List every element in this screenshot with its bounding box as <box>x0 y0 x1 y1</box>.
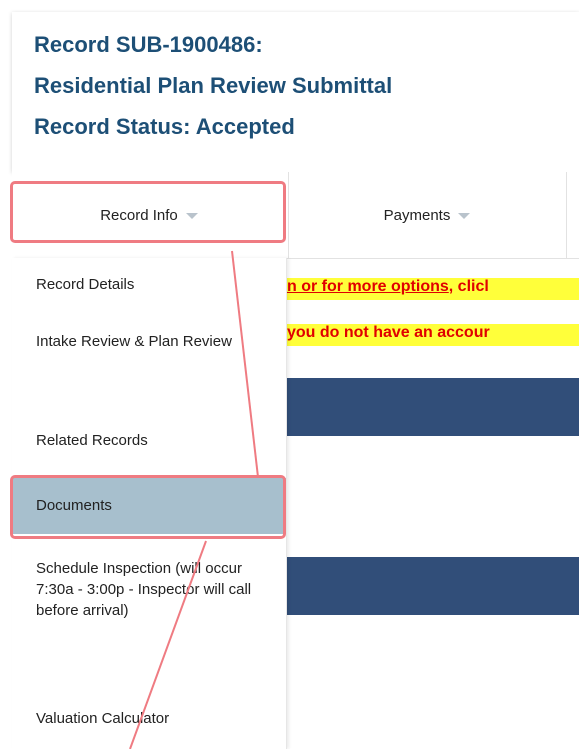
tab-divider <box>566 172 567 258</box>
caret-down-icon <box>458 213 471 219</box>
menu-item-intake-review[interactable]: Intake Review & Plan Review <box>12 331 286 352</box>
menu-item-related-records[interactable]: Related Records <box>12 430 286 451</box>
record-header: Record SUB-1900486: Residential Plan Rev… <box>12 12 579 172</box>
notice-line-2: you do not have an accour <box>287 324 579 346</box>
menu-item-schedule-inspection[interactable]: Schedule Inspection (will occur 7:30a - … <box>12 558 286 621</box>
record-status: Record Status: Accepted <box>34 114 295 139</box>
highlight-record-info <box>10 181 286 243</box>
notice-line-1: n or for more options, clicl <box>287 278 579 300</box>
tab-payments-label: Payments <box>383 206 451 224</box>
section-header-band <box>287 378 579 436</box>
notice-line-1-rest: , clicl <box>448 278 489 295</box>
record-title: Record SUB-1900486: <box>34 32 263 57</box>
login-link[interactable]: n or for more options <box>287 278 449 295</box>
highlight-documents <box>10 475 286 539</box>
section-header-band <box>287 557 579 615</box>
menu-item-valuation-calculator[interactable]: Valuation Calculator <box>12 708 286 729</box>
tab-payments[interactable]: Payments <box>289 172 565 258</box>
menu-item-record-details[interactable]: Record Details <box>12 274 286 295</box>
record-type: Residential Plan Review Submittal <box>34 73 393 98</box>
